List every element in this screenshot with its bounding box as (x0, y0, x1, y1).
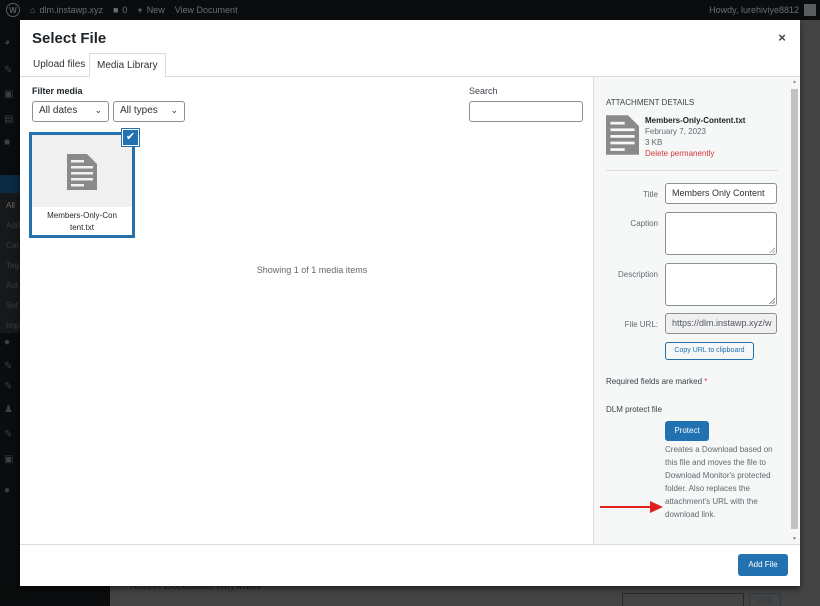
file-url-field[interactable]: https://dlm.instawp.xyz/w (665, 313, 777, 334)
comment-icon: ■ (112, 5, 119, 15)
select-file-modal: Select File × Upload files Media Library… (20, 20, 800, 586)
submenu-item[interactable]: All (6, 201, 15, 210)
search-label: Search (469, 86, 498, 96)
home-icon: ⌂ (30, 5, 36, 15)
file-url-label: File URL: (624, 320, 658, 329)
file-size: 3 KB (645, 138, 663, 147)
title-label: Title (643, 190, 658, 199)
description-field[interactable] (665, 263, 777, 306)
settings-icon[interactable]: ▣ (4, 455, 16, 465)
chevron-down-icon: ⌄ (94, 105, 102, 115)
details-scrollbar[interactable]: ▲ ▼ (789, 77, 800, 544)
description-label: Description (617, 270, 658, 279)
modal-tabs: Upload files Media Library (20, 53, 800, 78)
submenu-item[interactable]: Imp (6, 321, 19, 330)
comments-link[interactable]: ■ 0 (113, 5, 127, 15)
document-icon (67, 154, 97, 190)
media-icon[interactable]: ▣ (4, 90, 16, 100)
dlm-protect-label: DLM protect file (606, 405, 663, 414)
close-icon[interactable]: × (772, 28, 792, 48)
wordpress-logo-icon[interactable]: W (6, 3, 20, 17)
appearance-icon[interactable]: ✎ (4, 362, 16, 372)
attachment-filename: Members-Only-Content.txt (32, 207, 132, 235)
date-filter-select[interactable]: All dates ⌄ (32, 101, 109, 122)
background-area (20, 586, 110, 606)
delete-permanently-link[interactable]: Delete permanently (645, 148, 745, 159)
pages-icon[interactable]: ▤ (4, 115, 16, 125)
scroll-up-icon[interactable]: ▲ (791, 79, 798, 85)
modal-title: Select File (32, 30, 107, 47)
account-menu[interactable]: Howdy, lurehiviye8812 (709, 0, 816, 20)
sidebar-item-downloads[interactable] (0, 175, 20, 193)
caption-field[interactable] (665, 212, 777, 255)
attachment-details-panel: Attachment Details Members-Only-Content.… (593, 77, 800, 544)
search-input[interactable] (469, 101, 583, 122)
tools-icon[interactable]: ✎ (4, 430, 16, 440)
caption-label: Caption (630, 219, 658, 228)
modal-footer: Add File (20, 544, 800, 586)
tab-media-library[interactable]: Media Library (89, 53, 166, 78)
background-input[interactable] (622, 593, 744, 606)
file-name: Members-Only-Content.txt (645, 116, 746, 125)
pin-icon[interactable]: ✎ (4, 66, 16, 76)
new-link[interactable]: + New (137, 5, 164, 15)
required-fields-note: Required fields are marked * (606, 377, 708, 386)
annotation-arrow-icon (600, 501, 663, 513)
admin-bar: W ⌂ dlm.instawp.xyz ■ 0 + New View Document… (0, 0, 820, 20)
media-content: Filter media All dates ⌄ All types ⌄ Sea… (20, 77, 800, 544)
scrollbar-thumb[interactable] (791, 89, 798, 529)
submenu-item[interactable]: Add (6, 221, 20, 230)
document-icon (606, 115, 639, 155)
add-file-button[interactable]: Add File (738, 554, 788, 576)
download-icon[interactable]: ● (4, 338, 16, 348)
copy-url-button[interactable]: Copy URL to clipboard (665, 342, 754, 360)
view-document-link[interactable]: View Document (175, 5, 238, 15)
avatar (804, 4, 816, 16)
sidebar-submenu: All Add Cat Tag Aut Set Imp (0, 193, 20, 333)
background-right (800, 20, 820, 606)
chevron-down-icon: ⌄ (170, 105, 178, 115)
users-icon[interactable]: ♟ (4, 405, 16, 415)
file-date: February 7, 2023 (645, 127, 706, 136)
type-filter-select[interactable]: All types ⌄ (113, 101, 185, 122)
submenu-item[interactable]: Set (6, 301, 18, 310)
protect-description: Creates a Download based on this file an… (665, 445, 773, 519)
plus-icon: + (137, 5, 143, 15)
file-info: Members-Only-Content.txt February 7, 202… (645, 115, 745, 159)
media-count-status: Showing 1 of 1 media items (256, 265, 368, 275)
selected-check-icon[interactable]: ✔ (122, 129, 139, 146)
attachment-details-heading: Attachment Details (606, 98, 695, 107)
background-add-button[interactable]: Add (749, 593, 781, 606)
submenu-item[interactable]: Aut (6, 281, 18, 290)
plugins-icon[interactable]: ✎ (4, 382, 16, 392)
divider (606, 170, 778, 171)
submenu-item[interactable]: Tag (6, 261, 19, 270)
attachment-item[interactable]: Members-Only-Content.txt (29, 132, 135, 238)
dashboard-icon[interactable]: ◕ (4, 38, 16, 48)
protect-button[interactable]: Protect (665, 421, 709, 441)
comments-icon[interactable]: ■ (4, 138, 16, 148)
submenu-item[interactable]: Cat (6, 241, 18, 250)
filter-media-label: Filter media (32, 86, 83, 96)
scroll-down-icon[interactable]: ▼ (791, 536, 798, 542)
tab-upload-files[interactable]: Upload files (26, 53, 92, 78)
admin-sidebar: ◕ ✎ ▣ ▤ ■ All Add Cat Tag Aut Set Imp ● … (0, 20, 20, 606)
collapse-icon[interactable]: ● (4, 486, 16, 496)
title-field[interactable]: Members Only Content (665, 183, 777, 204)
attachment-thumbnail (32, 135, 132, 207)
site-link[interactable]: ⌂ dlm.instawp.xyz (30, 5, 103, 15)
